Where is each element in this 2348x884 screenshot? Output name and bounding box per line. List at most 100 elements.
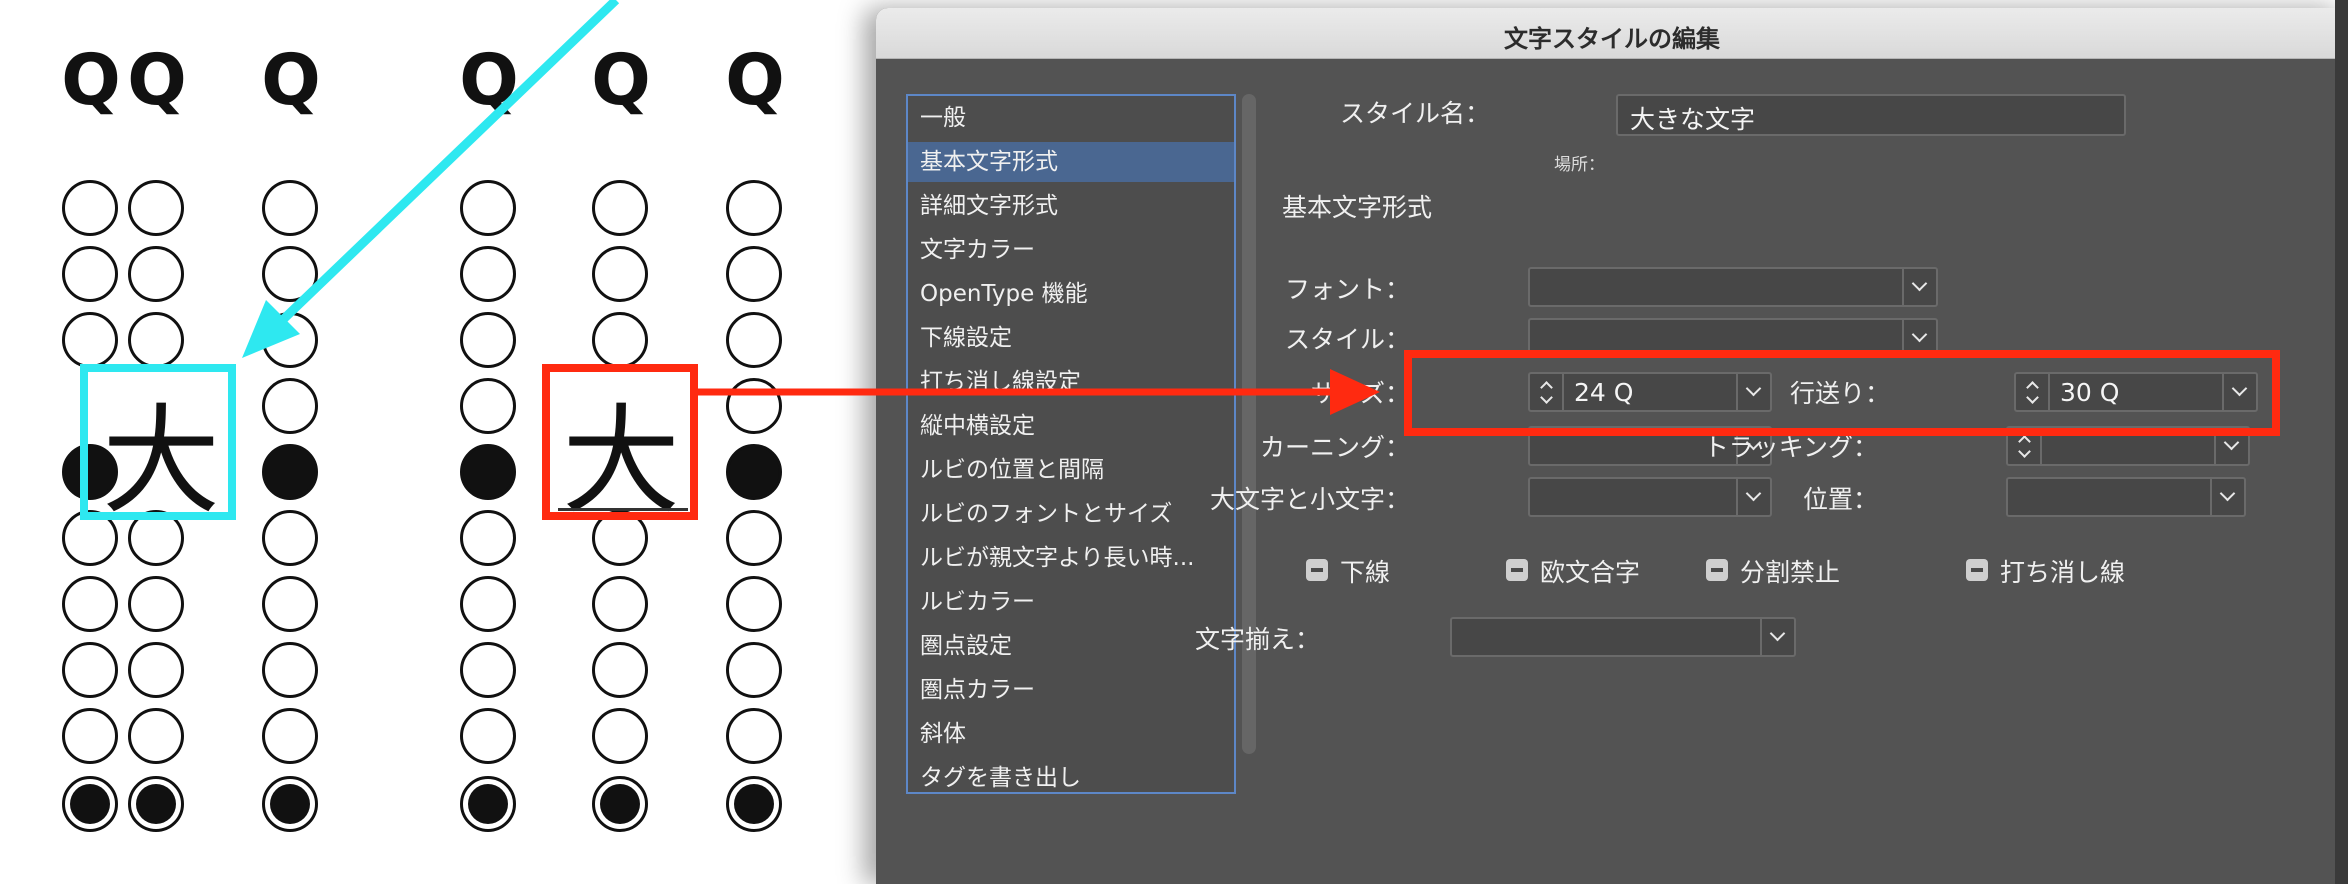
strikethrough-checkbox-label: 打ち消し線 xyxy=(2000,558,2126,587)
braille-dot xyxy=(726,642,782,698)
strikethrough-checkbox[interactable] xyxy=(1966,559,1988,581)
category-item[interactable]: 詳細文字形式 xyxy=(908,186,1234,226)
braille-dot xyxy=(62,576,118,632)
size-leading-highlight-box xyxy=(1404,350,2280,436)
braille-dot xyxy=(262,642,318,698)
no-break-checkbox[interactable] xyxy=(1706,559,1728,581)
braille-dot xyxy=(460,708,516,764)
braille-dot xyxy=(62,776,118,832)
braille-dot xyxy=(726,378,782,434)
underline-checkbox[interactable] xyxy=(1306,559,1328,581)
braille-dot xyxy=(128,776,184,832)
braille-dot xyxy=(726,312,782,368)
chevron-down-icon[interactable] xyxy=(1760,619,1794,655)
braille-dot xyxy=(460,776,516,832)
q-glyph: Q xyxy=(261,39,321,121)
chevron-down-icon[interactable] xyxy=(2210,479,2244,515)
cyan-highlight-box xyxy=(80,364,236,520)
font-dropdown[interactable] xyxy=(1528,267,1938,307)
font-label: フォント： xyxy=(1284,275,1410,304)
braille-dot xyxy=(460,180,516,236)
braille-dot xyxy=(726,444,782,500)
style-name-value: 大きな文字 xyxy=(1630,105,1756,134)
braille-dot xyxy=(460,444,516,500)
braille-dot xyxy=(726,510,782,566)
q-glyph: Q xyxy=(725,39,785,121)
position-label: 位置： xyxy=(1802,485,1878,514)
braille-dot xyxy=(62,642,118,698)
category-item[interactable]: ルビカラー xyxy=(908,582,1234,622)
q-glyph: Q xyxy=(591,39,651,121)
braille-dot xyxy=(262,444,318,500)
chevron-down-icon[interactable] xyxy=(1902,269,1936,305)
category-item[interactable]: 一般 xyxy=(908,98,1234,138)
category-item[interactable]: 圏点カラー xyxy=(908,670,1234,710)
braille-dot xyxy=(62,246,118,302)
style-name-field[interactable]: 大きな文字 xyxy=(1616,94,2126,136)
underline-checkbox-label: 下線 xyxy=(1340,558,1391,587)
kerning-label: カーニング： xyxy=(1259,433,1410,462)
q-glyph: Q xyxy=(459,39,519,121)
braille-dot xyxy=(460,312,516,368)
braille-dot xyxy=(262,576,318,632)
ligature-checkbox-label: 欧文合字 xyxy=(1540,558,1641,587)
braille-dot xyxy=(128,246,184,302)
braille-dot xyxy=(62,312,118,368)
q-glyph: Q xyxy=(61,39,121,121)
braille-dot xyxy=(592,776,648,832)
braille-dot xyxy=(460,510,516,566)
braille-dot xyxy=(262,776,318,832)
braille-dot xyxy=(62,180,118,236)
category-item[interactable]: 基本文字形式 xyxy=(908,142,1234,182)
braille-dot xyxy=(726,776,782,832)
style-name-label: スタイル名： xyxy=(1339,99,1490,128)
braille-dot xyxy=(262,378,318,434)
braille-dot xyxy=(262,708,318,764)
braille-dot xyxy=(128,642,184,698)
braille-dot xyxy=(592,708,648,764)
no-break-checkbox-label: 分割禁止 xyxy=(1740,558,1841,587)
category-item[interactable]: タグを書き出し xyxy=(908,758,1234,798)
chevron-down-icon[interactable] xyxy=(1736,479,1770,515)
braille-dot xyxy=(262,312,318,368)
category-item[interactable]: 縦中横設定 xyxy=(908,406,1234,446)
braille-dot xyxy=(460,576,516,632)
location-label: 場所： xyxy=(1554,155,1605,175)
style-label: スタイル： xyxy=(1284,325,1410,354)
braille-dot xyxy=(460,642,516,698)
q-glyph: Q xyxy=(127,39,187,121)
braille-dot xyxy=(62,708,118,764)
alignment-dropdown[interactable] xyxy=(1450,617,1796,657)
braille-dot xyxy=(592,642,648,698)
size-label: サイズ： xyxy=(1310,379,1410,408)
category-item[interactable]: ルビのフォントとサイズ xyxy=(908,494,1234,534)
braille-dot xyxy=(592,180,648,236)
ligature-checkbox[interactable] xyxy=(1506,559,1528,581)
braille-dot xyxy=(726,180,782,236)
document-canvas: Q Q Q Q Q Q 大 大 xyxy=(0,0,880,884)
braille-dot xyxy=(128,180,184,236)
braille-dot xyxy=(726,708,782,764)
braille-dot xyxy=(128,708,184,764)
category-item[interactable]: 打ち消し線設定 xyxy=(908,362,1234,402)
alignment-label: 文字揃え： xyxy=(1194,625,1320,654)
category-item[interactable]: 斜体 xyxy=(908,714,1234,754)
case-dropdown[interactable] xyxy=(1528,477,1772,517)
braille-dot xyxy=(726,246,782,302)
braille-dot xyxy=(460,378,516,434)
category-item[interactable]: OpenType 機能 xyxy=(908,274,1234,314)
category-item[interactable]: ルビが親文字より長い時... xyxy=(908,538,1234,578)
dialog-title: 文字スタイルの編集 xyxy=(1504,25,1720,53)
braille-dot xyxy=(460,246,516,302)
category-item[interactable]: ルビの位置と間隔 xyxy=(908,450,1234,490)
category-item[interactable]: 圏点設定 xyxy=(908,626,1234,666)
braille-dot xyxy=(592,312,648,368)
position-dropdown[interactable] xyxy=(2006,477,2246,517)
section-title: 基本文字形式 xyxy=(1282,193,1433,222)
braille-dot xyxy=(726,576,782,632)
category-item[interactable]: 下線設定 xyxy=(908,318,1234,358)
dialog-titlebar[interactable]: 文字スタイルの編集 xyxy=(876,8,2348,59)
category-item[interactable]: 文字カラー xyxy=(908,230,1234,270)
category-list[interactable]: 一般 基本文字形式 詳細文字形式 文字カラー OpenType 機能 下線設定 打ち消し線設… xyxy=(906,94,1236,794)
braille-dot xyxy=(262,180,318,236)
